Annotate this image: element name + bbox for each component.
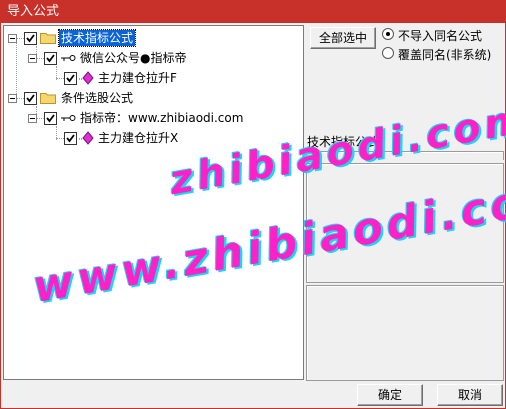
tree-node-wechat-account[interactable]: 微信公众号●指标帝 — [80, 50, 186, 66]
collapse-toggle[interactable] — [28, 54, 37, 63]
import-formula-dialog: 导入公式 技术指标公式 微信公众号●指标帝 主力建仓拉升F 条件选股公式 指标帝… — [0, 0, 506, 409]
collapse-toggle[interactable] — [8, 34, 17, 43]
node-checkbox[interactable] — [64, 132, 77, 145]
ok-button[interactable]: 确定 — [357, 384, 423, 406]
radio-overwrite-duplicates[interactable] — [382, 47, 394, 59]
node-checkbox[interactable] — [64, 72, 77, 85]
formula-tree[interactable]: 技术指标公式 微信公众号●指标帝 主力建仓拉升F 条件选股公式 指标帝：www.… — [3, 25, 304, 380]
node-checkbox[interactable] — [44, 112, 57, 125]
formula-detail-panel — [306, 285, 504, 381]
tree-node-formula-f[interactable]: 主力建仓拉升F — [98, 70, 177, 86]
tree-node-formula-x[interactable]: 主力建仓拉升X — [98, 130, 178, 146]
formula-diamond-icon — [79, 131, 94, 145]
key-icon — [61, 115, 76, 121]
select-all-button[interactable]: 全部选中 — [310, 27, 376, 49]
formula-diamond-icon — [79, 71, 94, 85]
collapse-toggle[interactable] — [28, 114, 37, 123]
tree-node-technical-formula[interactable]: 技术指标公式 — [57, 29, 137, 47]
radio-overwrite-duplicates-label[interactable]: 覆盖同名(非系统) — [398, 46, 491, 63]
node-checkbox[interactable] — [24, 92, 37, 105]
window-title: 导入公式 — [1, 1, 505, 23]
collapse-toggle[interactable] — [8, 94, 17, 103]
tree-connector — [16, 40, 17, 100]
tree-node-author-site[interactable]: 指标帝：www.zhibiaodi.com — [80, 110, 243, 126]
node-checkbox[interactable] — [24, 32, 37, 45]
folder-icon — [40, 93, 56, 104]
tree-connector — [16, 38, 24, 39]
tree-connector — [16, 98, 24, 99]
folder-icon — [40, 33, 56, 44]
node-checkbox[interactable] — [44, 52, 57, 65]
key-icon — [61, 55, 76, 61]
radio-skip-duplicates-label[interactable]: 不导入同名公式 — [398, 27, 482, 44]
tree-node-stock-selection[interactable]: 条件选股公式 — [61, 90, 133, 106]
cancel-button[interactable]: 取消 — [437, 384, 503, 406]
radio-skip-duplicates[interactable] — [382, 28, 394, 40]
